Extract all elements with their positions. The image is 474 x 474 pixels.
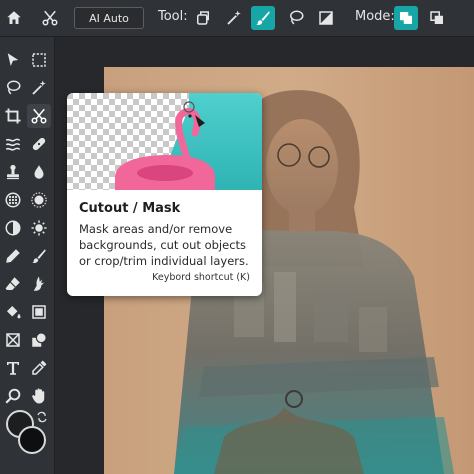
left-toolbar <box>0 37 55 474</box>
tooltip-shortcut: Keybord shortcut (K) <box>152 272 250 283</box>
background-color-swatch[interactable] <box>18 426 46 454</box>
tooltip-title: Cutout / Mask <box>79 201 181 216</box>
magic-wand-icon[interactable] <box>27 76 51 100</box>
blur-icon[interactable] <box>1 188 25 212</box>
tool-label: Tool: <box>158 9 188 24</box>
tooltip-description: Mask areas and/or remove backgrounds, cu… <box>79 222 249 268</box>
mode-subtract-icon[interactable] <box>425 6 449 30</box>
lasso-tool-icon[interactable] <box>191 6 215 30</box>
mode-label: Mode: <box>355 9 395 24</box>
arrow-icon[interactable] <box>1 48 25 72</box>
rect-icon[interactable] <box>27 300 51 324</box>
liquify-icon[interactable] <box>1 132 25 156</box>
ai-auto-button[interactable]: AI Auto <box>74 7 144 29</box>
gradient-icon[interactable] <box>314 6 338 30</box>
shape-icon[interactable] <box>27 328 51 352</box>
hand-icon[interactable] <box>27 384 51 408</box>
stamp-icon[interactable] <box>1 160 25 184</box>
crop-icon[interactable] <box>1 104 25 128</box>
home-icon[interactable] <box>2 6 26 30</box>
sponge-icon[interactable] <box>27 188 51 212</box>
cutout-scissors-icon[interactable] <box>27 104 51 128</box>
eraser-icon[interactable] <box>1 272 25 296</box>
top-toolbar: AI Auto Tool: Mode: <box>0 0 474 37</box>
healing-icon[interactable] <box>27 132 51 156</box>
magic-wand-icon[interactable] <box>222 6 246 30</box>
fill-icon[interactable] <box>1 300 25 324</box>
text-icon[interactable] <box>1 356 25 380</box>
mode-replace-icon[interactable] <box>394 6 418 30</box>
frame-icon[interactable] <box>1 328 25 352</box>
zoom-icon[interactable] <box>1 384 25 408</box>
lasso-icon[interactable] <box>1 76 25 100</box>
lasso-icon[interactable] <box>284 6 308 30</box>
cutout-mask-tooltip: Cutout / Mask Mask areas and/or remove b… <box>67 93 262 296</box>
scissors-icon[interactable] <box>38 6 62 30</box>
brush-icon[interactable] <box>251 6 275 30</box>
pencil-icon[interactable] <box>1 244 25 268</box>
drop-icon[interactable] <box>27 160 51 184</box>
dodge-icon[interactable] <box>1 216 25 240</box>
sharpen-icon[interactable] <box>27 216 51 240</box>
smudge-icon[interactable] <box>27 272 51 296</box>
eyedropper-icon[interactable] <box>27 356 51 380</box>
swap-colors-icon[interactable] <box>36 411 48 423</box>
tooltip-preview-image <box>67 93 262 190</box>
marquee-icon[interactable] <box>27 48 51 72</box>
brush-icon[interactable] <box>27 244 51 268</box>
